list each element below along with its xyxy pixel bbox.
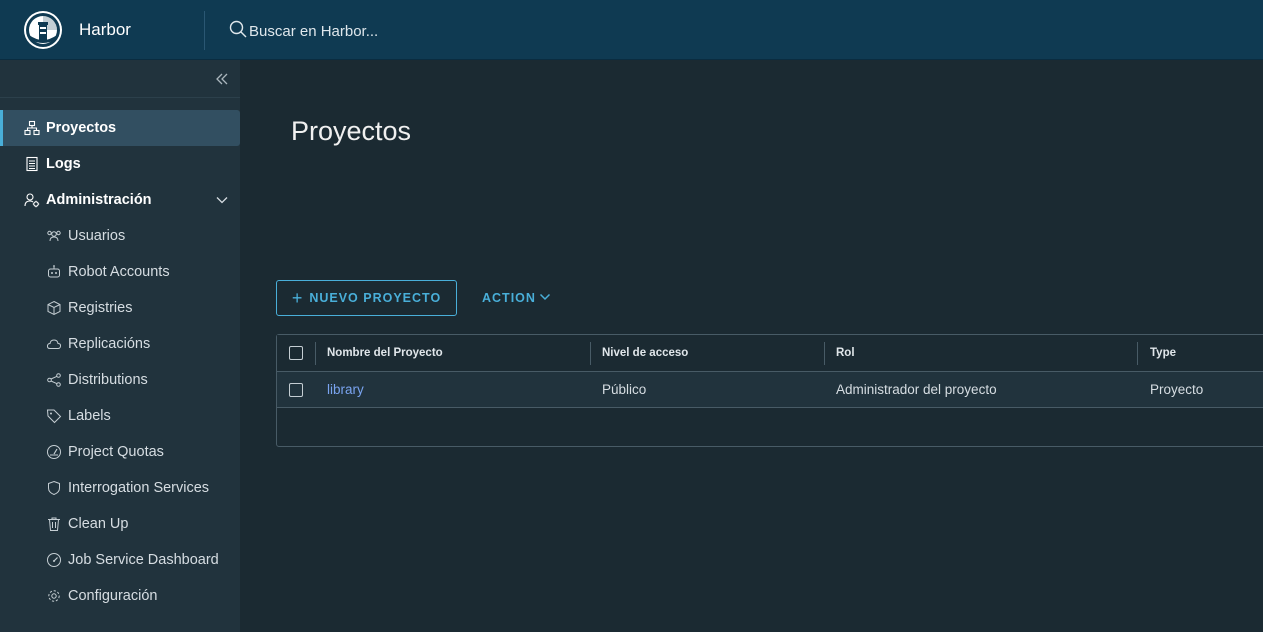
sidebar-item-label: Interrogation Services: [68, 480, 210, 496]
search-placeholder[interactable]: Buscar en Harbor...: [249, 23, 378, 40]
new-project-button[interactable]: + NUEVO PROYECTO: [276, 280, 457, 316]
app-title[interactable]: Harbor: [79, 20, 131, 40]
sidebar-item-label: Project Quotas: [68, 444, 164, 460]
sidebar-item-clean-up[interactable]: Clean Up: [0, 506, 240, 542]
column-divider[interactable]: [590, 342, 591, 365]
admin-icon: [24, 192, 40, 208]
sidebar-item-replicaciones[interactable]: Replicacións: [0, 326, 240, 362]
column-divider[interactable]: [1137, 342, 1138, 365]
chevron-down-icon[interactable]: [215, 193, 229, 211]
sidebar-item-label: Configuración: [68, 588, 158, 604]
sidebar-item-job-service-dashboard[interactable]: Job Service Dashboard: [0, 542, 240, 578]
chevron-down-icon: [536, 291, 551, 306]
project-name-link[interactable]: library: [327, 382, 364, 397]
column-divider: [315, 342, 316, 365]
action-label: ACTION: [482, 291, 536, 305]
sidebar-item-label: Proyectos: [46, 120, 117, 136]
trash-icon: [46, 516, 62, 532]
sidebar: Proyectos Logs Administración Usuarios R…: [0, 60, 240, 632]
sidebar-item-labels[interactable]: Labels: [0, 398, 240, 434]
share-icon: [46, 372, 62, 388]
sidebar-item-project-quotas[interactable]: Project Quotas: [0, 434, 240, 470]
sidebar-item-label: Robot Accounts: [68, 264, 170, 280]
new-project-label: NUEVO PROYECTO: [309, 291, 442, 305]
users-icon: [46, 228, 62, 244]
sidebar-item-label: Distributions: [68, 372, 148, 388]
sidebar-item-registries[interactable]: Registries: [0, 290, 240, 326]
column-divider[interactable]: [824, 342, 825, 365]
shield-icon: [46, 480, 62, 496]
sidebar-item-interrogation-services[interactable]: Interrogation Services: [0, 470, 240, 506]
sidebar-item-label: Clean Up: [68, 516, 129, 532]
sidebar-item-label: Usuarios: [68, 228, 126, 244]
search-icon[interactable]: [229, 20, 247, 43]
sidebar-item-label: Logs: [46, 156, 81, 172]
sidebar-item-label: Administración: [46, 192, 152, 208]
project-icon: [24, 120, 40, 136]
robot-icon: [46, 264, 62, 280]
sidebar-item-label: Labels: [68, 408, 111, 424]
sidebar-item-administracion[interactable]: Administración: [0, 182, 240, 218]
sidebar-item-usuarios[interactable]: Usuarios: [0, 218, 240, 254]
column-header-rol[interactable]: Rol: [836, 347, 855, 359]
projects-table: Nombre del Proyecto Nivel de acceso Rol …: [276, 334, 1263, 447]
sidebar-item-label: Registries: [68, 300, 133, 316]
tag-icon: [46, 408, 62, 424]
sidebar-item-distributions[interactable]: Distributions: [0, 362, 240, 398]
role-cell: Administrador del proyecto: [836, 382, 997, 397]
collapse-sidebar-icon[interactable]: [214, 71, 230, 87]
type-cell: Proyecto: [1150, 382, 1204, 397]
top-header: Harbor Buscar en Harbor...: [0, 0, 1263, 60]
dashboard-icon: [46, 552, 62, 568]
logs-icon: [24, 156, 40, 172]
gear-icon: [46, 588, 62, 604]
sidebar-toolbar: [0, 60, 240, 98]
column-header-type[interactable]: Type: [1150, 347, 1176, 359]
column-header-nombre[interactable]: Nombre del Proyecto: [327, 347, 443, 359]
sidebar-item-robot-accounts[interactable]: Robot Accounts: [0, 254, 240, 290]
harbor-logo[interactable]: [24, 11, 62, 49]
cloud-icon: [46, 336, 62, 352]
access-level-cell: Público: [602, 382, 647, 397]
sidebar-item-logs[interactable]: Logs: [0, 146, 240, 182]
sidebar-item-configuracion[interactable]: Configuración: [0, 578, 240, 614]
select-all-checkbox[interactable]: [289, 346, 303, 360]
sidebar-item-label: Replicacións: [68, 336, 151, 352]
table-header: Nombre del Proyecto Nivel de acceso Rol …: [277, 335, 1263, 372]
action-dropdown-button[interactable]: ACTION: [482, 280, 551, 316]
header-divider: [204, 11, 205, 50]
registries-icon: [46, 300, 62, 316]
plus-icon: +: [291, 288, 304, 308]
gauge-icon: [46, 444, 62, 460]
sidebar-item-label: Job Service Dashboard: [68, 552, 219, 568]
search-input[interactable]: Buscar en Harbor...: [229, 20, 378, 42]
row-checkbox[interactable]: [289, 383, 303, 397]
column-header-nivel[interactable]: Nivel de acceso: [602, 347, 688, 359]
sidebar-item-proyectos[interactable]: Proyectos: [0, 110, 240, 146]
table-row: library Público Administrador del proyec…: [277, 372, 1263, 408]
page-title: Proyectos: [291, 116, 412, 146]
